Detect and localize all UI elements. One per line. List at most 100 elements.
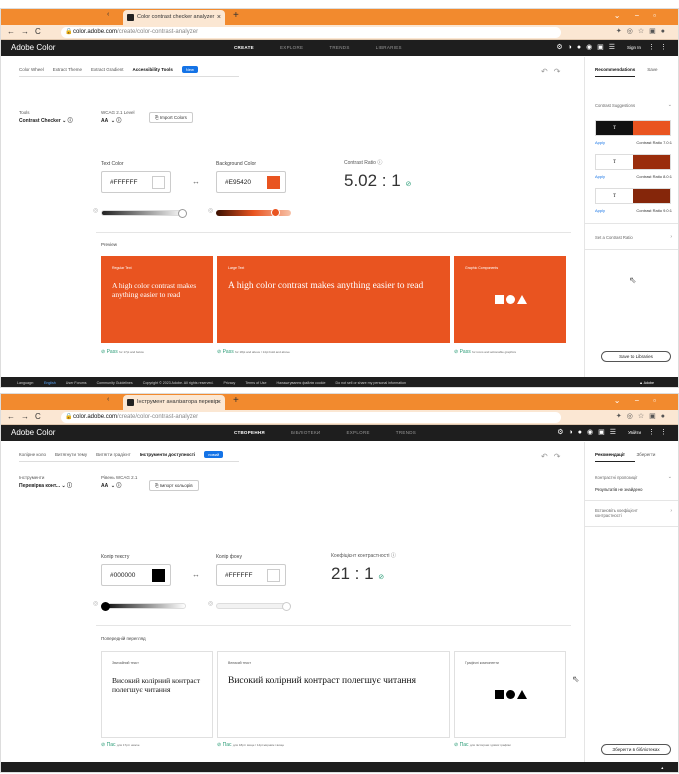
import-colors-button[interactable]: ⎘ Import Colors <box>149 112 193 123</box>
window-controls[interactable]: ⌄−▫ <box>614 396 670 405</box>
wcag-dropdown[interactable]: Рівень WCAG 2.1 AA ⌄ ⓘ <box>101 475 137 489</box>
brand-logo[interactable]: Adobe Color <box>11 428 55 437</box>
chevron-right-icon[interactable]: › <box>670 508 672 514</box>
menu-libraries[interactable]: LIBRARIES <box>376 45 402 50</box>
mouse-cursor-icon: ⇖ <box>629 275 637 285</box>
text-slider-knob[interactable] <box>101 602 110 611</box>
chevron-right-icon[interactable]: › <box>670 234 672 240</box>
tab-color-wheel[interactable]: Колірне коло <box>19 452 46 457</box>
menu-create[interactable]: СТВОРЕННЯ <box>234 430 265 435</box>
header-icons[interactable]: ⚙◑●◉▣☰ Увійти ⋮⋮ <box>557 428 672 436</box>
bg-color-input[interactable]: #FFFFFF <box>216 564 286 586</box>
chevron-down-icon[interactable]: ⌄ <box>668 474 672 480</box>
text-color-swatch[interactable] <box>152 176 165 189</box>
swap-colors-icon[interactable]: ↔ <box>192 570 200 579</box>
contrast-ratio-label: Contrast Ratio ⓘ <box>344 160 383 166</box>
footer-link[interactable]: Terms of Use <box>245 381 266 385</box>
bg-color-input[interactable]: #E95420 <box>216 171 286 193</box>
set-contrast-ratio-link[interactable]: Встановіть коефіцієнт контрастності <box>595 508 665 518</box>
browser-toolbar-icons[interactable]: ✦◎☆▣● <box>616 412 670 420</box>
save-to-libraries-button[interactable]: Зберегти в бібліотеках <box>601 744 671 755</box>
tab-extract-gradient[interactable]: Витягти градієнт <box>96 452 131 457</box>
browser-tab[interactable]: Інструмент аналізатора перевір × <box>123 395 225 410</box>
contrast-suggestions-label[interactable]: Контрастні пропозиції <box>595 475 637 480</box>
language-link[interactable]: English <box>44 381 56 385</box>
save-to-libraries-button[interactable]: Save to Libraries <box>601 351 671 362</box>
tab-recommendations[interactable]: Рекомендації <box>595 452 624 457</box>
menu-create[interactable]: CREATE <box>234 45 254 50</box>
browser-tab[interactable]: Color contrast checker analyzer × <box>123 10 225 25</box>
pass-regular: ⊘ Pass for 17pt and below <box>101 349 144 355</box>
tab-extract-theme[interactable]: Extract Theme <box>53 67 82 72</box>
nav-buttons[interactable]: ←→C <box>7 27 47 36</box>
text-color-label: Text Color <box>101 161 124 167</box>
tools-dropdown[interactable]: Інструменти Перевірка конт... ⌄ ⓘ <box>19 475 72 489</box>
graphic-shapes <box>495 690 527 699</box>
pass-graphic: ⊘ Pass for icons and actionable graphics <box>454 349 516 355</box>
new-tab-icon[interactable]: + <box>233 10 239 21</box>
header-icons[interactable]: ⚙◑●◉▣☰ Sign In ⋮⋮ <box>556 43 672 51</box>
suggestion-1[interactable]: T <box>595 120 671 136</box>
tab-accessibility-tools[interactable]: Інструменти доступності <box>140 452 196 457</box>
suggestion-3[interactable]: T <box>595 188 671 204</box>
text-color-swatch[interactable] <box>152 569 165 582</box>
footer-link[interactable]: Community Guidelines <box>97 381 133 385</box>
url-field[interactable]: 🔒 color.adobe.com/create/color-contrast-a… <box>61 412 561 423</box>
footer-link[interactable]: Налаштування файлів cookie <box>276 381 325 385</box>
set-contrast-ratio-link[interactable]: Set a Contrast Ratio <box>595 235 633 240</box>
close-tab-icon[interactable]: × <box>217 10 221 25</box>
apply-link-2[interactable]: Apply <box>595 174 605 179</box>
screenshot-ukrainian: ‹ Інструмент аналізатора перевір × + ⌄−▫ … <box>0 393 679 773</box>
swap-colors-icon[interactable]: ↔ <box>192 177 200 186</box>
text-slider-knob[interactable] <box>178 209 187 218</box>
bg-lightness-slider[interactable] <box>216 602 291 611</box>
bg-slider-knob[interactable] <box>282 602 291 611</box>
tab-recommendations[interactable]: Recommendations <box>595 67 635 72</box>
bg-lightness-slider[interactable] <box>216 208 291 217</box>
slider-icon: ◎ <box>208 601 214 607</box>
tab-save[interactable]: Save <box>647 67 657 72</box>
tab-search-icon[interactable]: ‹ <box>107 11 109 18</box>
contrast-suggestions-label[interactable]: Contrast Suggestions <box>595 103 635 108</box>
window-controls[interactable]: ⌄−▫ <box>614 11 670 20</box>
import-colors-button[interactable]: ⎘ Імпорт кольорів <box>149 480 199 491</box>
close-tab-icon[interactable]: × <box>217 395 221 410</box>
favicon-icon <box>127 14 134 21</box>
apply-link-3[interactable]: Apply <box>595 208 605 213</box>
suggestion-2[interactable]: T <box>595 154 671 170</box>
bg-color-swatch[interactable] <box>267 569 280 582</box>
text-lightness-slider[interactable] <box>101 209 187 218</box>
menu-trends[interactable]: TRENDS <box>329 45 349 50</box>
tab-accessibility-tools[interactable]: Accessibility Tools <box>132 67 172 72</box>
bg-slider-knob[interactable] <box>271 208 280 217</box>
apply-link-1[interactable]: Apply <box>595 140 605 145</box>
tab-save[interactable]: Зберегти <box>636 452 655 457</box>
tab-extract-theme[interactable]: Витягнути тему <box>55 452 87 457</box>
signin-link[interactable]: Увійти <box>628 430 641 435</box>
new-tab-icon[interactable]: + <box>233 395 239 406</box>
browser-toolbar-icons[interactable]: ✦◎☆▣● <box>616 27 670 35</box>
menu-explore[interactable]: EXPLORE <box>280 45 303 50</box>
text-color-input[interactable]: #FFFFFF <box>101 171 171 193</box>
tab-extract-gradient[interactable]: Extract Gradient <box>91 67 124 72</box>
menu-explore[interactable]: EXPLORE <box>346 430 369 435</box>
undo-redo-icons[interactable]: ↶↷ <box>541 67 566 76</box>
footer-link[interactable]: User Forums <box>66 381 87 385</box>
footer-link[interactable]: Privacy <box>224 381 236 385</box>
wcag-dropdown[interactable]: WCAG 2.1 Level AA ⌄ ⓘ <box>101 110 135 124</box>
nav-buttons[interactable]: ←→C <box>7 412 47 421</box>
footer-link[interactable]: Do not sell or share my personal informa… <box>335 381 406 385</box>
tab-search-icon[interactable]: ‹ <box>107 396 109 403</box>
signin-link[interactable]: Sign In <box>627 45 641 50</box>
chevron-down-icon[interactable]: ⌄ <box>668 102 672 108</box>
undo-redo-icons[interactable]: ↶↷ <box>541 452 566 461</box>
menu-trends[interactable]: TRENDS <box>396 430 416 435</box>
url-field[interactable]: 🔒 color.adobe.com/create/color-contrast-a… <box>61 27 561 38</box>
text-color-input[interactable]: #000000 <box>101 564 171 586</box>
brand-logo[interactable]: Adobe Color <box>11 43 55 52</box>
bg-color-swatch[interactable] <box>267 176 280 189</box>
tools-dropdown[interactable]: Tools Contrast Checker ⌄ ⓘ <box>19 110 73 124</box>
text-lightness-slider[interactable] <box>101 602 186 611</box>
menu-libraries[interactable]: БІБЛІОТЕКИ <box>291 430 320 435</box>
tab-color-wheel[interactable]: Color Wheel <box>19 67 44 72</box>
